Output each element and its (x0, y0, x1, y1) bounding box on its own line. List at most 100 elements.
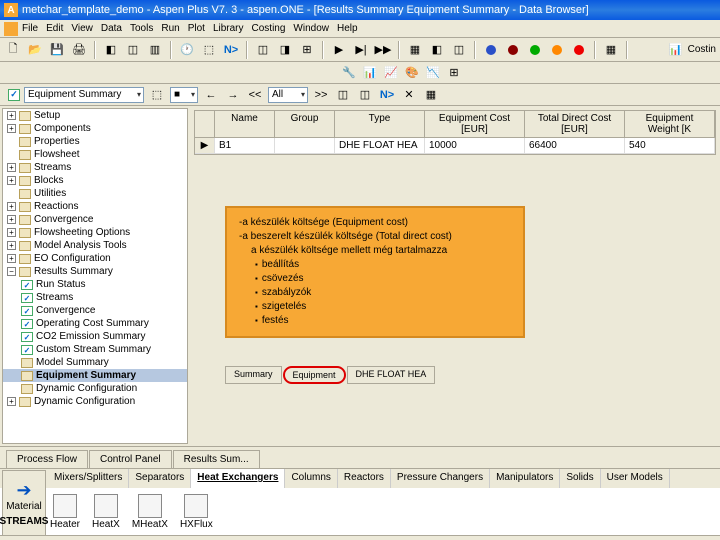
tree-item[interactable]: +Convergence (3, 213, 187, 226)
palette-hxflux[interactable]: HXFlux (180, 494, 213, 530)
palette-mheatx[interactable]: MHeatX (132, 494, 168, 530)
ptab-reactors[interactable]: Reactors (338, 469, 391, 488)
status-blue-icon[interactable] (482, 41, 500, 59)
menu-data[interactable]: Data (101, 23, 122, 34)
view-combo[interactable]: ■ (170, 87, 198, 103)
tab-results-sum[interactable]: Results Sum... (173, 450, 260, 468)
tree-item[interactable]: +Flowsheeting Options (3, 226, 187, 239)
menu-file[interactable]: File (22, 23, 38, 34)
tab-dhe[interactable]: DHE FLOAT HEA (347, 366, 436, 384)
cell-equip-cost[interactable]: 10000 (425, 138, 525, 153)
browse-icon[interactable]: ⬚ (148, 86, 166, 104)
nav-back-icon[interactable]: ← (202, 86, 220, 104)
tree-item[interactable]: +Setup (3, 109, 187, 122)
material-stream-icon[interactable]: ➔ (16, 480, 31, 501)
pivot-icon[interactable]: ⊞ (445, 64, 463, 82)
tree-item[interactable]: Model Summary (3, 356, 187, 369)
tool-icon[interactable]: ◫ (254, 41, 272, 59)
tree-item[interactable]: +Model Analysis Tools (3, 239, 187, 252)
expand-icon[interactable]: + (7, 254, 16, 263)
cancel-icon[interactable]: ✕ (400, 86, 418, 104)
palette-heater[interactable]: Heater (50, 494, 80, 530)
ptab-solids[interactable]: Solids (560, 469, 600, 488)
tool-icon[interactable]: ▥ (146, 41, 164, 59)
tool-icon[interactable]: ⊞ (298, 41, 316, 59)
menu-run[interactable]: Run (161, 23, 179, 34)
next-icon[interactable]: N> (378, 86, 396, 104)
expand-icon[interactable]: + (7, 111, 16, 120)
filter-combo[interactable]: All (268, 87, 308, 103)
next-icon[interactable]: N> (222, 41, 240, 59)
equipment-grid[interactable]: Name Group Type Equipment Cost [EUR] Tot… (194, 110, 716, 155)
menu-plot[interactable]: Plot (188, 23, 205, 34)
menu-library[interactable]: Library (213, 23, 244, 34)
cell-direct-cost[interactable]: 66400 (525, 138, 625, 153)
palette-icon[interactable]: 🎨 (403, 64, 421, 82)
col-group[interactable]: Group (275, 111, 335, 137)
nav-last-icon[interactable]: >> (312, 86, 330, 104)
grid-icon[interactable]: ▦ (406, 41, 424, 59)
node-combo[interactable]: Equipment Summary (24, 87, 144, 103)
tool-icon[interactable]: ◫ (450, 41, 468, 59)
status-green-icon[interactable] (526, 41, 544, 59)
col-equip-cost[interactable]: Equipment Cost [EUR] (425, 111, 525, 137)
expand-icon[interactable]: + (7, 228, 16, 237)
tree-item[interactable]: Properties (3, 135, 187, 148)
ptab-heatex[interactable]: Heat Exchangers (191, 469, 285, 488)
tree-item[interactable]: −Results Summary (3, 265, 187, 278)
tab-equipment[interactable]: Equipment (283, 366, 346, 384)
cell-weight[interactable]: 540 (625, 138, 715, 153)
expand-icon[interactable]: − (7, 267, 16, 276)
tab-process-flow[interactable]: Process Flow (6, 450, 88, 468)
navigation-tree[interactable]: +Setup+ComponentsPropertiesFlowsheet+Str… (2, 108, 188, 444)
tree-item[interactable]: Operating Cost Summary (3, 317, 187, 330)
streams-panel[interactable]: ➔ Material STREAMS (2, 470, 46, 536)
chart-icon[interactable]: 📊 (361, 64, 379, 82)
table-icon[interactable]: ▦ (602, 41, 620, 59)
expand-icon[interactable]: + (7, 124, 16, 133)
table-icon[interactable]: ▦ (422, 86, 440, 104)
tool-icon[interactable]: ◫ (356, 86, 374, 104)
expand-icon[interactable]: + (7, 202, 16, 211)
col-weight[interactable]: Equipment Weight [K (625, 111, 715, 137)
costing-icon[interactable]: 📊 (667, 41, 685, 59)
cell-type[interactable]: DHE FLOAT HEA (335, 138, 425, 153)
play-icon[interactable]: ▶ (330, 41, 348, 59)
fast-icon[interactable]: ▶▶ (374, 41, 392, 59)
tree-item[interactable]: Convergence (3, 304, 187, 317)
tree-item[interactable]: Flowsheet (3, 148, 187, 161)
tree-item[interactable]: CO2 Emission Summary (3, 330, 187, 343)
expand-icon[interactable]: + (7, 241, 16, 250)
tool-icon[interactable]: ◫ (124, 41, 142, 59)
status-red-icon[interactable] (570, 41, 588, 59)
ptab-user[interactable]: User Models (601, 469, 670, 488)
tool-icon[interactable]: ◧ (102, 41, 120, 59)
menu-edit[interactable]: Edit (46, 23, 63, 34)
ptab-columns[interactable]: Columns (285, 469, 337, 488)
skip-icon[interactable]: ▶| (352, 41, 370, 59)
ptab-mixers[interactable]: Mixers/Splitters (48, 469, 129, 488)
col-type[interactable]: Type (335, 111, 425, 137)
cell-group[interactable] (275, 138, 335, 153)
ptab-separators[interactable]: Separators (129, 469, 191, 488)
expand-icon[interactable]: + (7, 397, 16, 406)
nav-first-icon[interactable]: << (246, 86, 264, 104)
tab-control-panel[interactable]: Control Panel (89, 450, 172, 468)
expand-icon[interactable]: + (7, 176, 16, 185)
col-direct-cost[interactable]: Total Direct Cost [EUR] (525, 111, 625, 137)
tool-icon[interactable]: ◫ (334, 86, 352, 104)
tree-item[interactable]: Run Status (3, 278, 187, 291)
palette-heatx[interactable]: HeatX (92, 494, 120, 530)
ptab-pressure[interactable]: Pressure Changers (391, 469, 490, 488)
menu-view[interactable]: View (71, 23, 93, 34)
tree-item[interactable]: +Dynamic Configuration (3, 395, 187, 408)
menu-tools[interactable]: Tools (130, 23, 153, 34)
tool-icon[interactable]: ⬚ (200, 41, 218, 59)
status-orange-icon[interactable] (548, 41, 566, 59)
tree-item[interactable]: Streams (3, 291, 187, 304)
tree-item[interactable]: +Streams (3, 161, 187, 174)
costing-button[interactable]: Costin (688, 44, 716, 55)
tab-summary[interactable]: Summary (225, 366, 282, 384)
tree-item[interactable]: Custom Stream Summary (3, 343, 187, 356)
tree-item[interactable]: Dynamic Configuration (3, 382, 187, 395)
